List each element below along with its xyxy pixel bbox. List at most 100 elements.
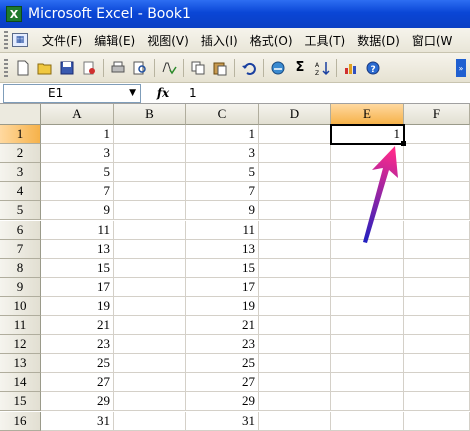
column-header-b[interactable]: B (114, 104, 186, 125)
cell-a7[interactable]: 13 (41, 239, 114, 259)
cell-b7[interactable] (114, 239, 186, 259)
cell-d15[interactable] (259, 392, 331, 412)
cell-a3[interactable]: 5 (41, 163, 114, 183)
cell-d16[interactable] (259, 411, 331, 431)
name-box[interactable]: E1 ▼ (3, 83, 141, 103)
cell-c10[interactable]: 19 (186, 296, 259, 316)
cell-f2[interactable] (404, 144, 470, 164)
sort-ascending-icon[interactable]: AZ (312, 58, 332, 78)
cell-b13[interactable] (114, 354, 186, 374)
help-icon[interactable]: ? (363, 58, 383, 78)
row-header[interactable]: 7 (0, 239, 41, 259)
cell-d13[interactable] (259, 354, 331, 374)
cell-b6[interactable] (114, 220, 186, 240)
cell-f3[interactable] (404, 163, 470, 183)
cell-a8[interactable]: 15 (41, 258, 114, 278)
row-header[interactable]: 12 (0, 335, 41, 355)
column-header-a[interactable]: A (41, 104, 114, 125)
undo-icon[interactable] (239, 58, 259, 78)
formula-input[interactable]: 1 (185, 84, 470, 103)
cell-f11[interactable] (404, 316, 470, 335)
cell-f1[interactable] (404, 125, 470, 144)
workbook-control-icon[interactable]: ▦ (12, 33, 28, 47)
cell-a16[interactable]: 31 (41, 411, 114, 431)
insert-function-icon[interactable]: fx (141, 86, 185, 100)
cell-c5[interactable]: 9 (186, 201, 259, 221)
cell-d12[interactable] (259, 335, 331, 355)
cell-f16[interactable] (404, 411, 470, 431)
column-header-d[interactable]: D (259, 104, 331, 125)
row-header[interactable]: 14 (0, 373, 41, 393)
cell-f4[interactable] (404, 182, 470, 202)
cell-b5[interactable] (114, 201, 186, 221)
toolbar-grip-handle[interactable] (4, 58, 8, 77)
menu-view[interactable]: 视图(V) (141, 32, 195, 49)
new-icon[interactable] (13, 58, 33, 78)
cell-f9[interactable] (404, 277, 470, 297)
cell-a12[interactable]: 23 (41, 335, 114, 355)
cell-e7[interactable] (331, 239, 404, 259)
cell-a15[interactable]: 29 (41, 392, 114, 412)
paste-icon[interactable] (210, 58, 230, 78)
copy-icon[interactable] (188, 58, 208, 78)
cell-b8[interactable] (114, 258, 186, 278)
open-icon[interactable] (35, 58, 55, 78)
cell-d7[interactable] (259, 239, 331, 259)
cell-c16[interactable]: 31 (186, 411, 259, 431)
cell-a14[interactable]: 27 (41, 373, 114, 393)
cell-c11[interactable]: 21 (186, 316, 259, 335)
chevron-down-icon[interactable]: ▼ (129, 88, 136, 98)
row-header[interactable]: 16 (0, 411, 41, 431)
row-header[interactable]: 13 (0, 354, 41, 374)
column-header-e[interactable]: E (331, 104, 404, 125)
row-header[interactable]: 9 (0, 277, 41, 297)
cell-f14[interactable] (404, 373, 470, 393)
cell-a5[interactable]: 9 (41, 201, 114, 221)
cell-b3[interactable] (114, 163, 186, 183)
cell-d1[interactable] (259, 125, 331, 144)
row-header[interactable]: 3 (0, 163, 41, 183)
cell-f10[interactable] (404, 296, 470, 316)
cell-f5[interactable] (404, 201, 470, 221)
menu-insert[interactable]: 插入(I) (195, 32, 244, 49)
cell-a6[interactable]: 11 (41, 220, 114, 240)
cell-d6[interactable] (259, 220, 331, 240)
cell-a4[interactable]: 7 (41, 182, 114, 202)
cell-b11[interactable] (114, 316, 186, 335)
cell-e8[interactable] (331, 258, 404, 278)
menu-edit[interactable]: 编辑(E) (88, 32, 141, 49)
cell-d4[interactable] (259, 182, 331, 202)
menu-data[interactable]: 数据(D) (351, 32, 406, 49)
print-icon[interactable] (108, 58, 128, 78)
cell-d14[interactable] (259, 373, 331, 393)
row-header[interactable]: 10 (0, 296, 41, 316)
cell-a11[interactable]: 21 (41, 316, 114, 335)
menu-window[interactable]: 窗口(W (406, 32, 459, 49)
cell-d3[interactable] (259, 163, 331, 183)
permission-icon[interactable] (79, 58, 99, 78)
cell-b16[interactable] (114, 411, 186, 431)
cell-f8[interactable] (404, 258, 470, 278)
cell-d11[interactable] (259, 316, 331, 335)
cell-d2[interactable] (259, 144, 331, 164)
cell-c15[interactable]: 29 (186, 392, 259, 412)
row-header[interactable]: 2 (0, 144, 41, 164)
fill-handle[interactable] (401, 141, 406, 146)
cell-e13[interactable] (331, 354, 404, 374)
row-header[interactable]: 8 (0, 258, 41, 278)
cell-f12[interactable] (404, 335, 470, 355)
cell-e2[interactable] (331, 144, 404, 164)
menu-format[interactable]: 格式(O) (244, 32, 299, 49)
cell-c14[interactable]: 27 (186, 373, 259, 393)
cell-b1[interactable] (114, 125, 186, 144)
cell-c4[interactable]: 7 (186, 182, 259, 202)
cell-c8[interactable]: 15 (186, 258, 259, 278)
cell-e14[interactable] (331, 373, 404, 393)
cell-e1[interactable]: 1 (331, 125, 404, 144)
cell-a2[interactable]: 3 (41, 144, 114, 164)
cell-b2[interactable] (114, 144, 186, 164)
toolbar-overflow-icon[interactable]: » (456, 59, 466, 77)
cell-a13[interactable]: 25 (41, 354, 114, 374)
cell-e4[interactable] (331, 182, 404, 202)
cell-e11[interactable] (331, 316, 404, 335)
